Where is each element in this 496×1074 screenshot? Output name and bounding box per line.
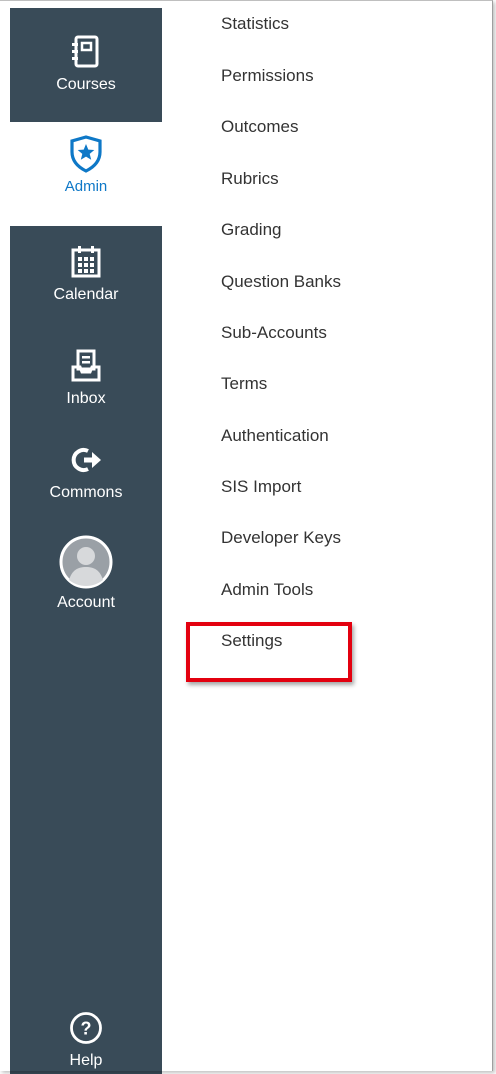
screenshot-frame: Courses Admin Calendar Inbox Commons Acc… xyxy=(0,0,496,1074)
nav-item-help[interactable]: ? Help xyxy=(10,1008,162,1070)
nav-label-account: Account xyxy=(57,594,115,611)
admin-menu-item-sis-import[interactable]: SIS Import xyxy=(221,477,301,497)
admin-menu-item-terms[interactable]: Terms xyxy=(221,374,267,394)
nav-label-admin: Admin xyxy=(64,178,108,195)
nav-item-commons[interactable]: Commons xyxy=(10,440,162,502)
nav-label-help: Help xyxy=(69,1052,103,1069)
admin-menu-item-grading[interactable]: Grading xyxy=(221,220,281,240)
admin-menu-item-admin-tools[interactable]: Admin Tools xyxy=(221,580,313,600)
admin-menu-item-developer-keys[interactable]: Developer Keys xyxy=(221,528,341,548)
svg-text:?: ? xyxy=(81,1019,92,1039)
admin-menu-item-authentication[interactable]: Authentication xyxy=(221,426,329,446)
global-navigation: Courses Admin Calendar Inbox Commons Acc… xyxy=(10,8,162,1074)
admin-menu-item-outcomes[interactable]: Outcomes xyxy=(221,117,298,137)
admin-menu-item-sub-accounts[interactable]: Sub-Accounts xyxy=(221,323,327,343)
nav-label-calendar: Calendar xyxy=(53,286,119,303)
admin-menu-item-question-banks[interactable]: Question Banks xyxy=(221,272,341,292)
admin-shield-star-icon xyxy=(66,134,106,174)
nav-item-account[interactable]: Account xyxy=(10,534,162,612)
calendar-icon xyxy=(66,242,106,282)
nav-item-admin[interactable]: Admin xyxy=(10,122,162,226)
nav-label-inbox: Inbox xyxy=(66,390,106,407)
nav-label-commons: Commons xyxy=(49,484,123,501)
courses-icon xyxy=(66,32,106,72)
admin-menu-item-statistics[interactable]: Statistics xyxy=(221,14,289,34)
help-icon: ? xyxy=(66,1008,106,1048)
nav-item-courses[interactable]: Courses xyxy=(10,32,162,94)
admin-menu-item-permissions[interactable]: Permissions xyxy=(221,66,314,86)
inbox-icon xyxy=(66,346,106,386)
commons-icon xyxy=(66,440,106,480)
nav-label-courses: Courses xyxy=(56,76,116,93)
admin-menu-item-settings[interactable]: Settings xyxy=(221,631,282,651)
admin-menu-item-rubrics[interactable]: Rubrics xyxy=(221,169,279,189)
nav-item-calendar[interactable]: Calendar xyxy=(10,242,162,304)
nav-item-inbox[interactable]: Inbox xyxy=(10,346,162,408)
account-avatar-icon xyxy=(58,534,114,590)
